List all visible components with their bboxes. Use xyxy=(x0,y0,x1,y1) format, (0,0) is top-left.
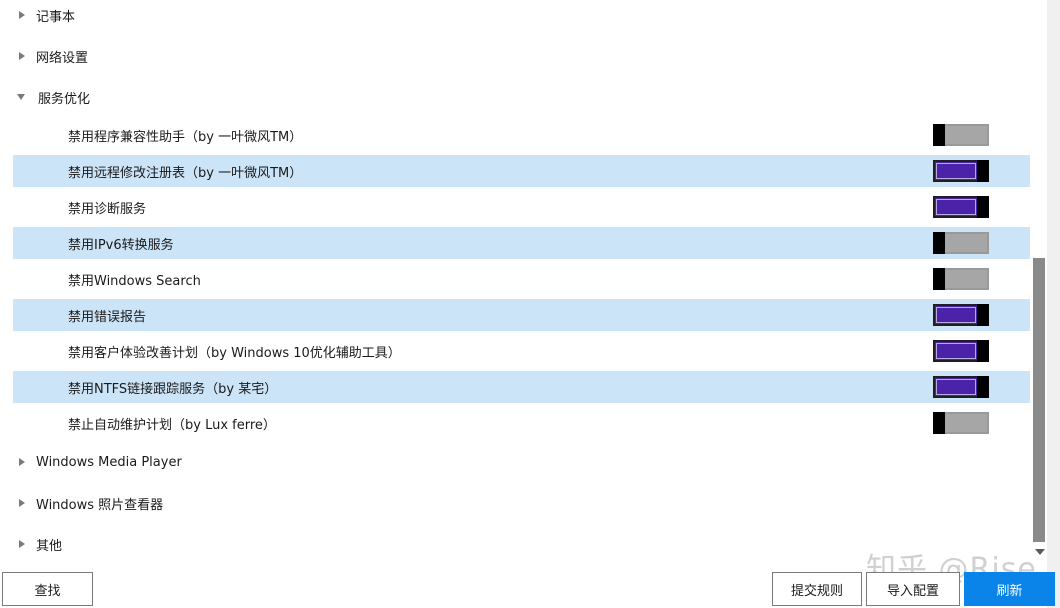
toggle-switch[interactable] xyxy=(933,376,989,398)
toggle-switch[interactable] xyxy=(933,304,989,326)
service-row: 禁用远程修改注册表（by 一叶微风TM） xyxy=(13,155,1030,187)
toggle-thumb xyxy=(977,196,989,218)
group-label: 网络设置 xyxy=(36,50,89,66)
toggle-thumb xyxy=(933,232,945,254)
service-label: 禁用远程修改注册表（by 一叶微风TM） xyxy=(68,165,303,181)
find-button[interactable]: 查找 xyxy=(2,572,93,606)
service-row: 禁用NTFS链接跟踪服务（by 某宅） xyxy=(13,371,1030,403)
service-label: 禁止自动维护计划（by Lux ferre） xyxy=(68,417,276,433)
toggle-fill xyxy=(936,343,976,359)
toggle-thumb xyxy=(977,376,989,398)
service-row: 禁用程序兼容性助手（by 一叶微风TM） xyxy=(13,119,1030,151)
service-label: 禁用Windows Search xyxy=(68,273,201,289)
group-label: Windows Media Player xyxy=(36,454,182,470)
service-row: 禁用Windows Search xyxy=(13,263,1030,295)
refresh-button[interactable]: 刷新 xyxy=(964,572,1055,606)
toggle-fill xyxy=(936,199,976,215)
toggle-fill xyxy=(936,307,976,323)
service-label: 禁用客户体验改善计划（by Windows 10优化辅助工具） xyxy=(68,345,401,361)
service-label: 禁用错误报告 xyxy=(68,309,147,325)
service-label: 禁用诊断服务 xyxy=(68,201,147,217)
service-label: 禁用IPv6转换服务 xyxy=(68,237,174,253)
group-other[interactable]: 其他 xyxy=(0,532,62,556)
group-notepad[interactable]: 记事本 xyxy=(0,3,75,27)
window-edge xyxy=(1047,0,1060,608)
toggle-thumb xyxy=(933,268,945,290)
collapse-arrow-icon[interactable] xyxy=(17,94,25,100)
expand-arrow-icon[interactable] xyxy=(19,499,25,507)
group-label: Windows 照片查看器 xyxy=(36,497,164,513)
import-config-button[interactable]: 导入配置 xyxy=(866,572,960,606)
settings-tree: 记事本 网络设置 服务优化 禁用程序兼容性助手（by 一叶微风TM） 禁用远程修… xyxy=(0,0,1030,568)
toggle-fill xyxy=(936,163,976,179)
expand-arrow-icon[interactable] xyxy=(19,52,25,60)
toggle-thumb xyxy=(977,340,989,362)
service-row: 禁用IPv6转换服务 xyxy=(13,227,1030,259)
toggle-switch[interactable] xyxy=(933,124,989,146)
expand-arrow-icon[interactable] xyxy=(19,540,25,548)
service-label: 禁用程序兼容性助手（by 一叶微风TM） xyxy=(68,129,303,145)
service-row: 禁用客户体验改善计划（by Windows 10优化辅助工具） xyxy=(13,335,1030,367)
toggle-switch[interactable] xyxy=(933,160,989,182)
toggle-thumb xyxy=(977,304,989,326)
group-network-settings[interactable]: 网络设置 xyxy=(0,44,88,68)
toggle-switch[interactable] xyxy=(933,340,989,362)
service-row: 禁用诊断服务 xyxy=(13,191,1030,223)
group-label: 其他 xyxy=(36,538,63,554)
toggle-thumb xyxy=(977,160,989,182)
toggle-fill xyxy=(936,379,976,395)
toggle-switch[interactable] xyxy=(933,232,989,254)
expand-arrow-icon[interactable] xyxy=(19,11,25,19)
group-label: 服务优化 xyxy=(38,91,91,107)
expand-arrow-icon[interactable] xyxy=(19,458,25,466)
group-windows-media-player[interactable]: Windows Media Player xyxy=(0,450,182,474)
toggle-switch[interactable] xyxy=(933,412,989,434)
toggle-thumb xyxy=(933,124,945,146)
toggle-switch[interactable] xyxy=(933,196,989,218)
service-row: 禁止自动维护计划（by Lux ferre） xyxy=(13,407,1030,439)
scrollbar-thumb[interactable] xyxy=(1033,258,1045,542)
group-service-optimization[interactable]: 服务优化 xyxy=(0,85,90,109)
submit-rules-button[interactable]: 提交规则 xyxy=(772,572,862,606)
toggle-switch[interactable] xyxy=(933,268,989,290)
group-label: 记事本 xyxy=(36,9,76,25)
service-label: 禁用NTFS链接跟踪服务（by 某宅） xyxy=(68,381,278,397)
service-row: 禁用错误报告 xyxy=(13,299,1030,331)
toggle-thumb xyxy=(933,412,945,434)
group-windows-photo-viewer[interactable]: Windows 照片查看器 xyxy=(0,491,163,515)
